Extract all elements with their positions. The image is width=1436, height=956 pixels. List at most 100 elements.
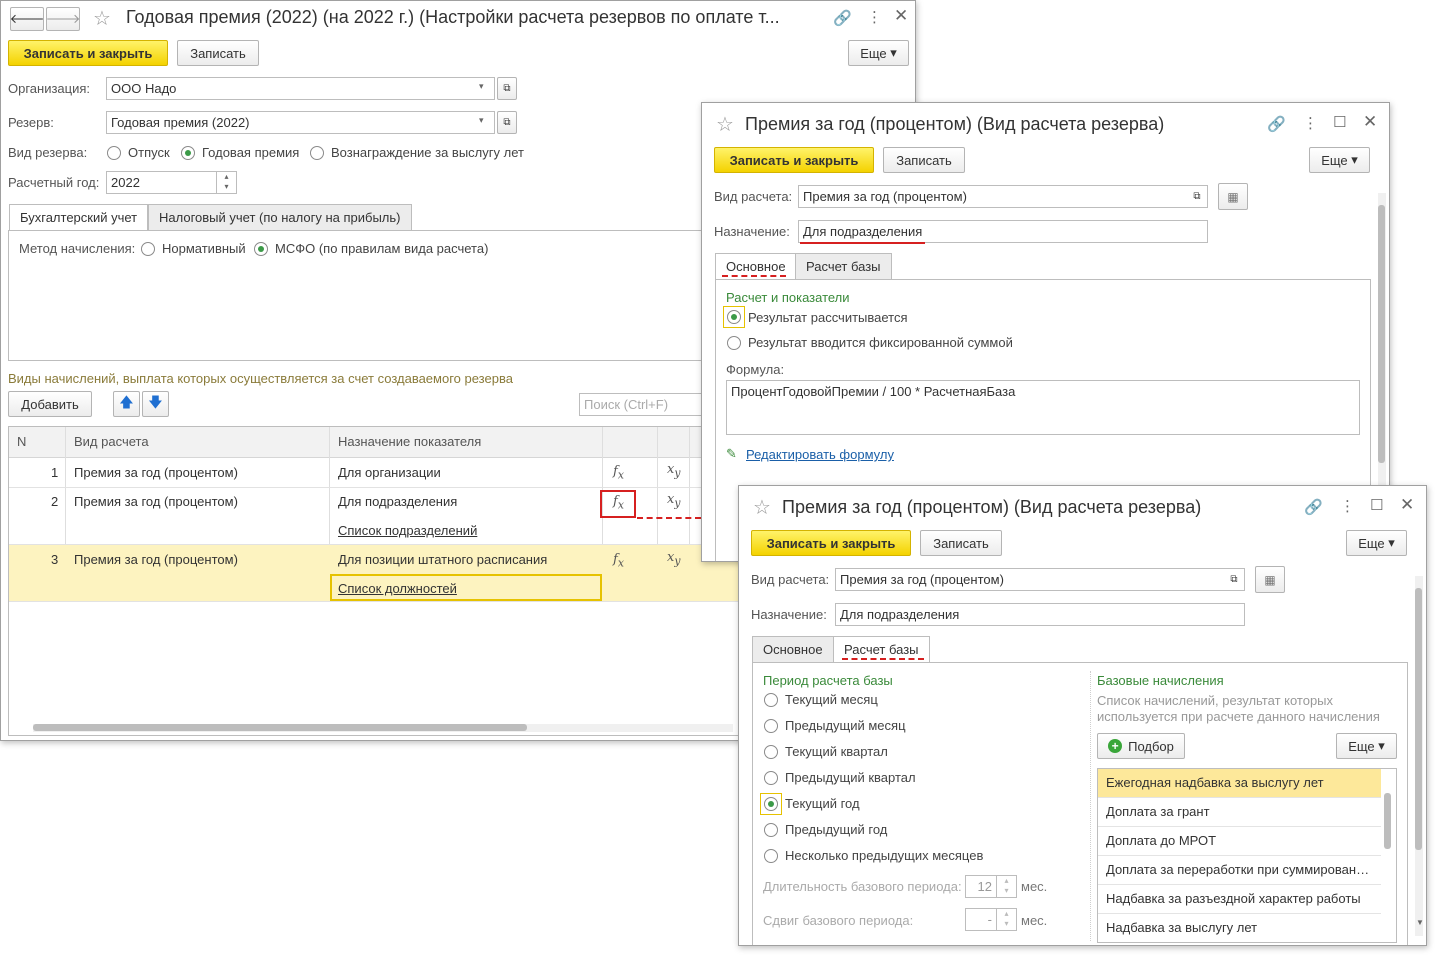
close-icon[interactable]: ✕ bbox=[1400, 495, 1414, 515]
link-icon[interactable]: 🔗 bbox=[833, 9, 852, 27]
radio-period[interactable] bbox=[764, 771, 778, 785]
radio-period[interactable] bbox=[764, 849, 778, 863]
print-button[interactable]: ▦ bbox=[1218, 183, 1248, 210]
radio-period[interactable] bbox=[764, 693, 778, 707]
purpose-field[interactable]: Для подразделения bbox=[798, 220, 1208, 243]
menu-dots-icon[interactable]: ⋮ bbox=[1340, 497, 1355, 515]
formula-icon[interactable]: fx bbox=[613, 464, 624, 482]
reserve-label: Резерв: bbox=[8, 115, 54, 130]
list-item[interactable]: Ежегодная надбавка за выслугу лет bbox=[1098, 769, 1381, 798]
pick-button[interactable]: + Подбор bbox=[1097, 733, 1185, 759]
table-row-purpose[interactable]: Для подразделения bbox=[338, 494, 457, 509]
table-row-purpose[interactable]: Для позиции штатного расписания bbox=[338, 552, 547, 567]
reserve-field[interactable]: Годовая премия (2022) bbox=[106, 111, 495, 134]
horizontal-scrollbar-thumb[interactable] bbox=[33, 724, 527, 731]
list-item[interactable]: Доплата за переработки при суммированн..… bbox=[1098, 856, 1381, 885]
favorite-star-icon[interactable]: ☆ bbox=[93, 6, 111, 31]
list-item[interactable]: Надбавка за выслугу лет bbox=[1098, 914, 1381, 942]
close-icon[interactable]: ✕ bbox=[1363, 112, 1377, 132]
search-input[interactable]: Поиск (Ctrl+F) bbox=[579, 393, 703, 416]
more-label: Еще bbox=[860, 45, 887, 61]
dropdown-icon[interactable]: ▾ bbox=[479, 81, 484, 92]
add-button[interactable]: Добавить bbox=[8, 391, 92, 417]
open-calc-button[interactable]: ⧉ bbox=[1224, 569, 1244, 590]
close-icon[interactable]: ✕ bbox=[894, 6, 908, 26]
duration-stepper[interactable]: ▴ ▾ bbox=[996, 876, 1016, 897]
table-row-link[interactable]: Список подразделений bbox=[338, 523, 477, 538]
formula-field[interactable]: ПроцентГодовойПремии / 100 * РасчетнаяБа… bbox=[726, 380, 1360, 435]
move-up-button[interactable]: 🡅 bbox=[113, 391, 140, 417]
formula-icon[interactable]: fx bbox=[613, 552, 624, 570]
calc-field[interactable]: Премия за год (процентом) bbox=[798, 185, 1208, 208]
favorite-star-icon[interactable]: ☆ bbox=[716, 112, 734, 137]
menu-dots-icon[interactable]: ⋮ bbox=[1303, 114, 1318, 132]
menu-dots-icon[interactable]: ⋮ bbox=[867, 8, 882, 26]
radio-calculated[interactable] bbox=[727, 310, 741, 324]
org-field[interactable]: ООО Надо bbox=[106, 77, 495, 100]
indicators-icon[interactable]: xy bbox=[667, 492, 680, 510]
radio-normative[interactable] bbox=[141, 242, 155, 256]
more-button[interactable]: Еще ▾ bbox=[848, 40, 909, 66]
edit-formula-link[interactable]: Редактировать формулу bbox=[746, 447, 894, 462]
tab-main[interactable]: Основное bbox=[752, 636, 834, 663]
open-org-button[interactable]: ⧉ bbox=[497, 77, 517, 100]
column-divider bbox=[1090, 671, 1091, 941]
list-item[interactable]: Доплата за грант bbox=[1098, 798, 1381, 827]
scroll-down-icon[interactable]: ▼ bbox=[1416, 918, 1424, 927]
tab-accounting[interactable]: Бухгалтерский учет bbox=[9, 204, 149, 231]
radio-seniority[interactable] bbox=[310, 146, 324, 160]
radio-period[interactable] bbox=[764, 823, 778, 837]
save-button[interactable]: Записать bbox=[177, 40, 259, 66]
maximize-icon[interactable]: ☐ bbox=[1370, 496, 1383, 514]
radio-period[interactable] bbox=[764, 745, 778, 759]
open-reserve-button[interactable]: ⧉ bbox=[497, 111, 517, 134]
save-button[interactable]: Записать bbox=[883, 147, 965, 173]
save-close-button[interactable]: Записать и закрыть bbox=[714, 147, 874, 173]
forward-button[interactable]: 🡒 bbox=[46, 7, 80, 31]
duration-label: Длительность базового периода: bbox=[763, 879, 962, 894]
table-row-link[interactable]: Список должностей bbox=[338, 581, 457, 596]
tab-tax[interactable]: Налоговый учет (по налогу на прибыль) bbox=[148, 204, 412, 231]
table-row-kind[interactable]: Премия за год (процентом) bbox=[74, 465, 238, 480]
table-row-kind[interactable]: Премия за год (процентом) bbox=[74, 552, 238, 567]
col-kind: Вид расчета bbox=[74, 434, 149, 449]
radio-period-selected[interactable] bbox=[764, 797, 778, 811]
year-stepper[interactable]: ▴ ▾ bbox=[216, 172, 236, 193]
list-item[interactable]: Доплата до МРОТ bbox=[1098, 827, 1381, 856]
save-close-button[interactable]: Записать и закрыть bbox=[751, 530, 911, 556]
list-item[interactable]: Надбавка за разъездной характер работы bbox=[1098, 885, 1381, 914]
indicators-icon[interactable]: xy bbox=[667, 462, 680, 480]
more-button[interactable]: Еще ▾ bbox=[1309, 147, 1370, 173]
open-calc-button[interactable]: ⧉ bbox=[1187, 186, 1207, 207]
radio-period-label: Несколько предыдущих месяцев bbox=[785, 848, 984, 863]
vertical-scrollbar-thumb[interactable] bbox=[1415, 588, 1422, 850]
dropdown-icon[interactable]: ▾ bbox=[479, 115, 484, 126]
table-row-kind[interactable]: Премия за год (процентом) bbox=[74, 494, 238, 509]
radio-ifrs[interactable] bbox=[254, 242, 268, 256]
move-down-button[interactable]: 🡇 bbox=[142, 391, 169, 417]
print-button[interactable]: ▦ bbox=[1255, 566, 1285, 593]
formula-icon[interactable]: fx bbox=[613, 494, 624, 512]
back-button[interactable]: 🡐 bbox=[10, 7, 44, 31]
radio-period[interactable] bbox=[764, 719, 778, 733]
more-button[interactable]: Еще ▾ bbox=[1346, 530, 1407, 556]
radio-annual-bonus[interactable] bbox=[181, 146, 195, 160]
table-row-purpose[interactable]: Для организации bbox=[338, 465, 441, 480]
purpose-field[interactable]: Для подразделения bbox=[835, 603, 1245, 626]
link-icon[interactable]: 🔗 bbox=[1267, 115, 1286, 133]
list-scrollbar-thumb[interactable] bbox=[1384, 793, 1391, 849]
indicators-icon[interactable]: xy bbox=[667, 550, 680, 568]
maximize-icon[interactable]: ☐ bbox=[1333, 113, 1346, 131]
calc-field[interactable]: Премия за год (процентом) bbox=[835, 568, 1245, 591]
tab-base-calc[interactable]: Расчет базы bbox=[795, 253, 892, 280]
add-icon: + bbox=[1108, 739, 1123, 753]
radio-fixed[interactable] bbox=[727, 336, 741, 350]
save-button[interactable]: Записать bbox=[920, 530, 1002, 556]
radio-vacation[interactable] bbox=[107, 146, 121, 160]
shift-stepper[interactable]: ▴ ▾ bbox=[996, 909, 1016, 930]
link-icon[interactable]: 🔗 bbox=[1304, 498, 1323, 516]
favorite-star-icon[interactable]: ☆ bbox=[753, 495, 771, 520]
vertical-scrollbar-thumb[interactable] bbox=[1378, 205, 1385, 463]
more-button[interactable]: Еще ▾ bbox=[1336, 733, 1397, 759]
save-close-button[interactable]: Записать и закрыть bbox=[8, 40, 168, 66]
